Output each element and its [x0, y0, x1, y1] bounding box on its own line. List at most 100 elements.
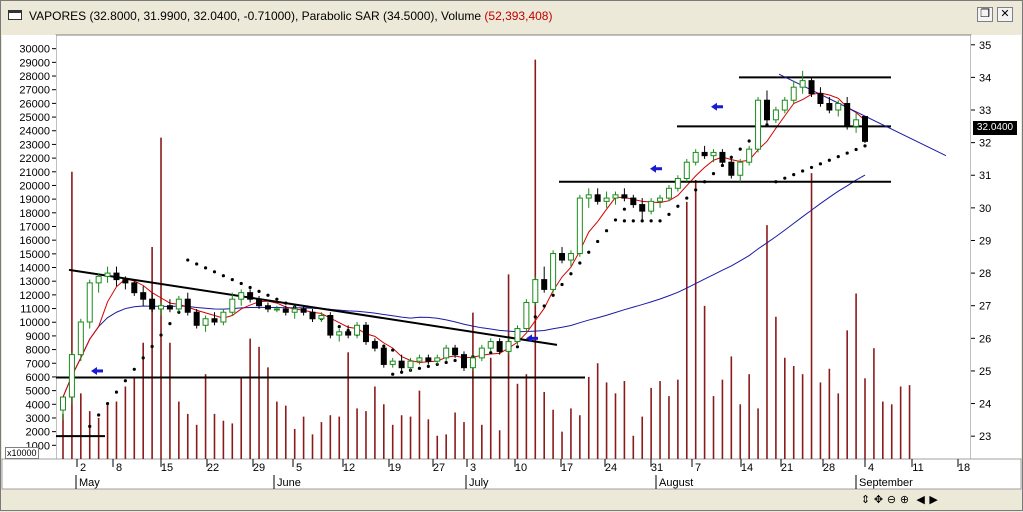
parabolic-sar-dot [667, 212, 671, 216]
candle-body [835, 102, 842, 111]
volume-tick-label: 8000 [26, 345, 50, 357]
volume-tick-label: 11000 [20, 304, 50, 316]
parabolic-sar-dot [569, 272, 573, 276]
parabolic-sar-dot [426, 364, 430, 368]
scroll-right-icon[interactable]: ▶ [927, 493, 940, 506]
candle-body [434, 357, 441, 362]
candle-body [478, 347, 485, 359]
candle-body [576, 197, 583, 255]
candle-body [443, 347, 450, 359]
candle-body [238, 292, 245, 300]
candle-body [282, 308, 289, 313]
candle-body [362, 324, 369, 343]
volume-tick-label: 14000 [19, 263, 50, 275]
candle-body [612, 194, 619, 199]
volume-tick-label: 20000 [19, 180, 50, 192]
parabolic-sar-dot [417, 366, 422, 370]
candle-body [77, 321, 84, 356]
candle-body [184, 298, 191, 313]
candle-body [193, 311, 200, 326]
candle-body [692, 151, 699, 163]
day-label: 18 [958, 462, 970, 474]
candle-body [772, 109, 779, 121]
candle-body [496, 341, 503, 352]
volume-tick-label: 5000 [26, 386, 50, 398]
chart-window: VAPORES (32.8000, 31.9900, 32.0400, -0.7… [0, 0, 1023, 511]
parabolic-sar-dot [141, 356, 145, 360]
parabolic-sar-dot [257, 289, 261, 293]
parabolic-sar-dot [400, 370, 404, 374]
day-label: 7 [695, 462, 701, 474]
volume-tick-label: 4000 [26, 399, 50, 411]
parabolic-sar-dot [453, 358, 457, 363]
parabolic-sar-dot [783, 176, 787, 180]
scroll-left-icon[interactable]: ◀ [914, 493, 927, 506]
parabolic-sar-dot [596, 239, 600, 244]
day-label: 10 [515, 462, 527, 474]
candle-body [95, 275, 102, 284]
price-tick-label: 28 [979, 268, 991, 280]
parabolic-sar-dot [275, 297, 279, 301]
parabolic-sar-dot [123, 379, 127, 383]
day-label: 28 [823, 462, 835, 474]
zoom-in-icon[interactable]: ⊕ [898, 493, 911, 506]
price-tick-label: 25 [979, 366, 991, 378]
parabolic-sar-dot [854, 147, 858, 152]
candle-body [354, 324, 361, 336]
month-label: July [469, 477, 489, 489]
zoom-out-icon[interactable]: ⊖ [885, 493, 898, 506]
candle-body [158, 305, 165, 310]
candle-body [300, 308, 307, 313]
parabolic-sar-dot [801, 169, 805, 173]
navigation-toolbar: ⇕ ✥ ⊖ ⊕ ◀ ▶ [859, 493, 940, 506]
parabolic-sar-dot [676, 204, 680, 208]
day-label: 24 [605, 462, 617, 474]
volume-tick-label: 17000 [19, 221, 50, 233]
parabolic-sar-dot [230, 278, 234, 282]
candle-body [737, 161, 744, 176]
price-chart: 2324252627282930313233343510002000300040… [1, 34, 1022, 490]
parabolic-sar-dot [747, 139, 751, 143]
parabolic-sar-dot [337, 324, 341, 329]
parabolic-sar-dot [604, 229, 609, 233]
day-label: 8 [116, 462, 122, 474]
candle-body [416, 357, 423, 362]
parabolic-sar-dot [221, 274, 225, 278]
candle-body [60, 396, 66, 411]
nav-move-icon[interactable]: ✥ [872, 493, 885, 506]
candle-body [781, 99, 788, 111]
parabolic-sar-dot [391, 348, 395, 352]
parabolic-sar-dot [114, 390, 119, 394]
candle-body [380, 347, 387, 365]
volume-tick-label: 29000 [19, 57, 50, 69]
candle-body [844, 102, 851, 127]
day-label: 21 [781, 462, 793, 474]
parabolic-sar-dot [212, 270, 217, 274]
candle-body [211, 318, 218, 323]
candle-body [763, 99, 770, 121]
candle-body [247, 292, 254, 300]
day-label: 22 [207, 462, 219, 474]
price-tick-label: 26 [979, 333, 991, 345]
candle-body [469, 357, 476, 369]
volume-tick-label: 12000 [19, 290, 50, 302]
candle-body [487, 341, 494, 349]
candle-body [657, 197, 664, 202]
volume-tick-label: 30000 [19, 44, 50, 56]
candle-body [122, 279, 129, 284]
price-tick-label: 35 [979, 40, 991, 52]
day-label: 19 [389, 462, 401, 474]
parabolic-sar-dot [391, 372, 395, 376]
parabolic-sar-dot [444, 360, 448, 365]
candle-body [826, 102, 833, 111]
volume-tick-label: 28000 [19, 71, 50, 83]
parabolic-sar-dot [631, 219, 635, 223]
candle-body [291, 308, 298, 313]
candle-body [853, 119, 860, 127]
nav-up-down-icon[interactable]: ⇕ [859, 493, 872, 506]
candle-body [140, 292, 147, 300]
volume-tick-label: 15000 [19, 249, 50, 261]
day-label: 5 [296, 462, 302, 474]
candle-body [808, 80, 815, 95]
candle-body [149, 298, 156, 310]
